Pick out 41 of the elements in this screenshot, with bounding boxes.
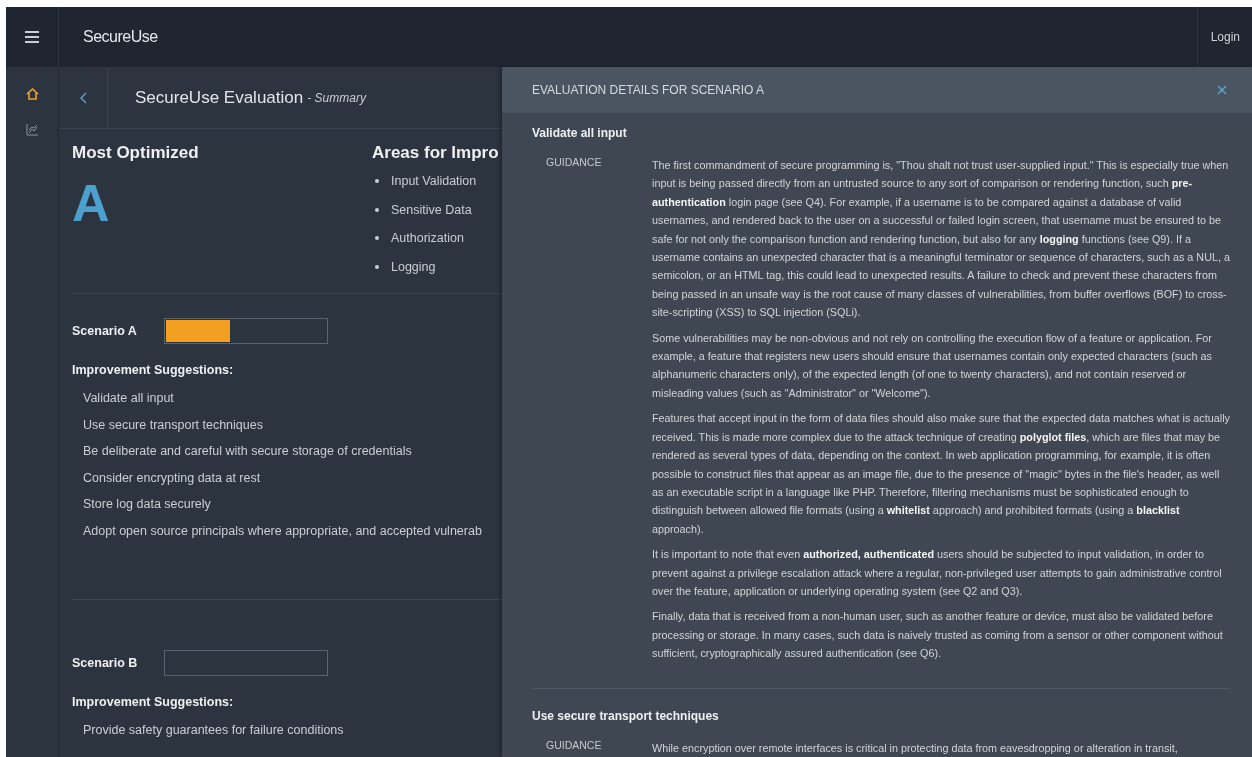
guidance-paragraph: While encryption over remote interfaces is critical in protecting data from eavesdropping or alteration in transit, [652, 740, 1179, 756]
area-item: Authorization [391, 231, 464, 246]
close-icon[interactable] [1217, 85, 1227, 95]
section-title: Use secure transport techniques [532, 708, 720, 723]
section-heading: Areas for Impro [372, 143, 499, 163]
suggestions-heading: Improvement Suggestions: [72, 363, 235, 377]
guidance-label: GUIDANCE [545, 738, 603, 753]
guidance-paragraph: The first commandment of secure programming is, "Thou shalt not trust user-supplied input." This is especially true when input is being passed directly from an untrusted source to any sort of comparison or rendering function, such pre-authentication login page (see Q4). For example, if a username is to be compared against a database of valid usernames, and rendered back to the user on a successful or failed login screen, that username must be ensured to be safe for not only the comparison function and rendering function, but also for any logging functions (see Q9). If a username contains an unexpected character that is a meaningful terminator or sequence of characters, such as a NUL, a semicolon, or an HTML tag, this could lead to unexpected results. A failure to check and prevent these characters from being passed in an unsafe way is the root cause of many classes of vulnerabilities, from buffer overflows (BOF) to cross-site-scripting (XSS) to SQL injection (SQLi). [652, 158, 1230, 321]
bullet-icon [375, 264, 379, 269]
suggestion-item[interactable]: Store log data securely [83, 491, 502, 518]
suggestion-item[interactable]: Use secure transport techniques [83, 411, 502, 439]
scenario-label: Scenario B [72, 656, 139, 670]
menu-icon[interactable] [25, 31, 39, 43]
chart-icon[interactable] [26, 124, 38, 136]
guidance-paragraph: Features that accept input in the form of data files should also make sure that the expected data matches what is actually received. This is made more complex due to the attack technique of creating polyglot files, which are files that may be rendered as several types of data, depending on the context. In web application programming, for example, it is often possible to construct files that appear as an image file, due to the presence of "magic" bytes in the file's header, as well as an executable script in a language like PHP. Therefore, filtering mechanisms must be sophisticated enough to distinguish between allowed file formats (using a whitelist approach) and prohibited formats (using a blacklist approach). [652, 411, 1230, 537]
area-item: Sensitive Data [391, 202, 472, 217]
section-heading: Most Optimized [72, 143, 200, 163]
guidance-paragraph: Some vulnerabilities may be non-obvious and not rely on controlling the execution flow of a feature or application. For example, a feature that registers new users should ensure that usernames contain only expected characters (such as alphanumeric characters only), of the expected length (of one to twenty characters), and not contain reserved or misleading values (such as "Administrator" or "Welcome"). [652, 330, 1213, 401]
suggestion-item[interactable]: Provide safety guarantees for failure conditions [83, 717, 502, 744]
suggestion-item[interactable]: Validate all input [83, 385, 502, 412]
bullet-icon [375, 179, 379, 184]
back-icon[interactable] [79, 91, 87, 104]
area-item: Logging [391, 259, 436, 274]
section-title: Validate all input [532, 126, 628, 140]
suggestion-item[interactable]: Be deliberate and careful with secure storage of credentials [83, 438, 502, 465]
guidance-paragraph: It is important to note that even authorized, authenticated users should be subjected to input validation, in order to prevent against a privilege escalation attack where a regular, non-privileged user attempts to gain administrative control over the feature, application or underlying operating system (see Q2 and Q3). [652, 547, 1223, 599]
suggestion-item[interactable]: Adopt open source principals where appropriate, and accepted vulnerab [83, 517, 502, 545]
app-logo[interactable]: SecureUse [83, 28, 158, 46]
guidance-paragraph: Finally, data that is received from a non-human user, such as another feature or device, must also be validated before processing or storage. In many cases, such data is naively trusted as coming from a sensor or other component without sufficient, cryptographically assured authentication (see Q6). [652, 609, 1224, 662]
suggestions-heading: Improvement Suggestions: [72, 695, 235, 709]
panel-title: EVALUATION DETAILS FOR SCENARIO A [532, 83, 765, 97]
guidance-label: GUIDANCE [545, 156, 603, 170]
bullet-icon [375, 207, 379, 212]
home-icon[interactable] [25, 88, 39, 100]
page-title: SecureUse Evaluation [135, 87, 304, 108]
area-item: Input Validation [391, 174, 477, 189]
suggestion-item[interactable]: Consider encrypting data at rest [83, 464, 502, 492]
scenario-label: Scenario A [72, 324, 138, 338]
bullet-icon [375, 236, 379, 241]
page-subtitle: - Summary [307, 90, 366, 105]
grade-letter: A [72, 177, 111, 229]
